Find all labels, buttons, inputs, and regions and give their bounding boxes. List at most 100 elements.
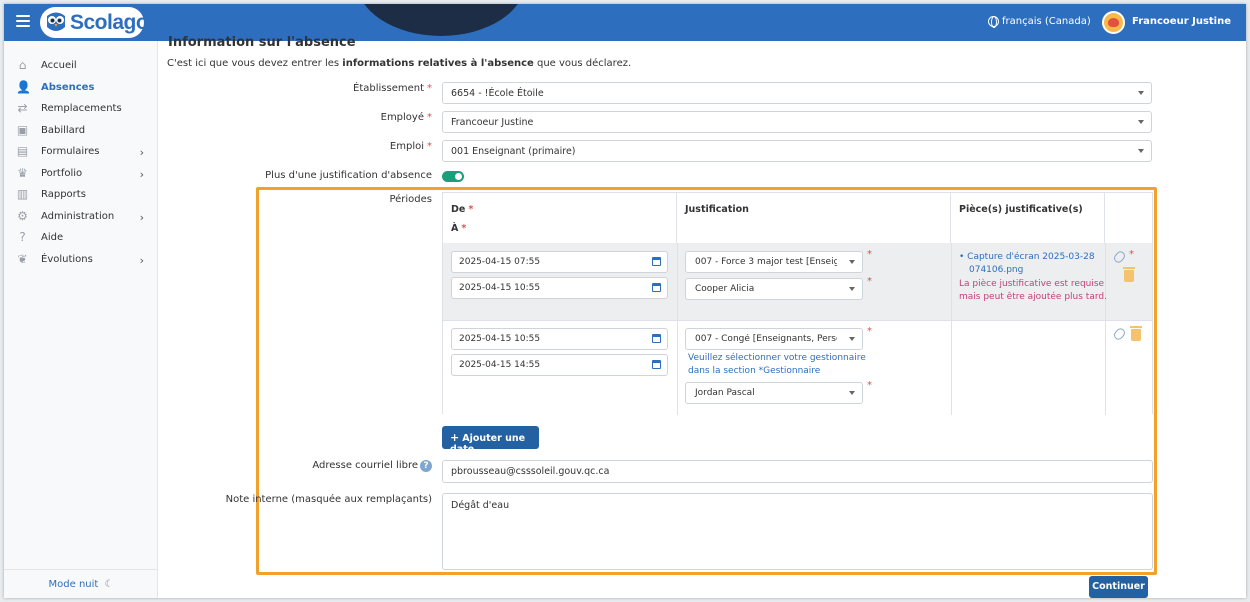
sidebar-item-label: Évolutions (41, 254, 93, 265)
sidebar-item-rapports[interactable]: ▥ Rapports (4, 184, 158, 205)
etablissement-label: Établissement * (353, 83, 432, 94)
trash-icon[interactable] (1130, 326, 1142, 341)
sidebar-item-label: Absences (41, 82, 95, 93)
caret-down-icon (849, 337, 855, 341)
sidebar-item-label: Accueil (41, 60, 77, 71)
required-marker: * (427, 112, 432, 123)
paperclip-icon[interactable] (1112, 326, 1127, 342)
plus-icon: + (450, 431, 460, 444)
manager-select[interactable]: Cooper Alicia (685, 278, 863, 300)
attachment-warning: La pièce justificative est requise mais … (959, 278, 1107, 304)
avatar[interactable] (1102, 11, 1125, 34)
brand-name: Scolago (70, 11, 149, 34)
email-value: pbrousseau@csssoleil.gouv.qc.ca (451, 466, 610, 477)
emploi-value: 001 Enseignant (primaire) (451, 146, 576, 157)
date-to-input[interactable]: 2025-04-15 10:55 (451, 277, 668, 299)
periodes-label: Périodes (389, 194, 432, 205)
date-from-value: 2025-04-15 10:55 (459, 334, 541, 344)
sidebar-item-label: Formulaires (41, 146, 100, 157)
required-marker: * (427, 83, 432, 94)
intro-text-end: que vous déclarez. (533, 58, 632, 69)
user-name[interactable]: Francoeur Justine (1132, 16, 1231, 27)
sidebar-item-label: Aide (41, 232, 64, 243)
date-from-input[interactable]: 2025-04-15 07:55 (451, 251, 668, 273)
manager-value: Jordan Pascal (695, 388, 755, 398)
justification-value: 007 - Congé [Enseignants, Personnel] ... (695, 334, 837, 344)
sidebar-item-accueil[interactable]: ⌂ Accueil (4, 55, 158, 76)
globe-icon (988, 16, 999, 28)
calendar-icon[interactable] (652, 257, 661, 266)
required-marker: * (867, 326, 872, 337)
chevron-right-icon: › (139, 168, 144, 181)
divider (951, 321, 952, 415)
sidebar-item-remplacements[interactable]: ⇄ Remplacements (4, 98, 158, 119)
periods-table: De * À * Justification Pièce(s) justificat… (442, 192, 1153, 415)
sidebar-item-absences[interactable]: 👤 Absences (4, 77, 158, 98)
sidebar-item-label: Babillard (41, 125, 86, 136)
night-mode-toggle[interactable]: Mode nuit ☾ (4, 569, 158, 590)
divider (677, 243, 678, 320)
calendar-icon[interactable] (652, 334, 661, 343)
sidebar-item-administration[interactable]: ⚙ Administration › (4, 206, 158, 227)
emploi-select[interactable]: 001 Enseignant (primaire) (442, 140, 1152, 162)
language-selector[interactable]: français (Canada) (988, 16, 1091, 28)
justification-select[interactable]: 007 - Congé [Enseignants, Personnel] ... (685, 328, 863, 350)
manager-select[interactable]: Jordan Pascal (685, 382, 863, 404)
caret-down-icon (1138, 149, 1144, 153)
justification-select[interactable]: 007 - Force 3 major test [Enseignants, P… (685, 251, 863, 273)
sidebar-item-portfolio[interactable]: ♛ Portfolio › (4, 163, 158, 184)
paperclip-icon[interactable] (1112, 249, 1127, 265)
calendar-icon[interactable] (652, 283, 661, 292)
sidebar-item-babillard[interactable]: ▣ Babillard (4, 120, 158, 141)
sprout-icon: ❦ (17, 252, 28, 266)
bullet: • (959, 252, 968, 262)
trash-icon[interactable] (1123, 267, 1135, 282)
multi-justification-toggle[interactable] (442, 171, 464, 182)
email-label: Adresse courriel libre? (312, 460, 432, 472)
continue-button[interactable]: Continuer (1089, 576, 1148, 598)
justification-value: 007 - Force 3 major test [Enseignants, P… (695, 257, 837, 267)
attachment-name-line2: 074106.png (969, 265, 1024, 275)
intro-text-start: C'est ici que vous devez entrer les (167, 58, 343, 69)
section-title: Information sur l'absence (168, 35, 356, 50)
note-textarea[interactable]: Dégât d'eau (442, 493, 1153, 570)
divider (1105, 321, 1106, 415)
date-to-input[interactable]: 2025-04-15 14:55 (451, 354, 668, 376)
emploi-label: Emploi * (390, 141, 432, 152)
required-marker: * (867, 249, 872, 260)
divider (677, 321, 678, 415)
justification-header: Justification (685, 204, 749, 215)
brand-area: Scolago (4, 4, 158, 41)
required-marker: * (468, 204, 474, 215)
sidebar-item-aide[interactable]: ? Aide (4, 227, 158, 248)
email-label-text: Adresse courriel libre (312, 460, 418, 471)
caret-down-icon (849, 391, 855, 395)
attachment-link[interactable]: • Capture d'écran 2025-03-28 074106.png (959, 251, 1095, 277)
app-window: Scolago français (Canada) Francoeur Just… (4, 4, 1246, 598)
email-field[interactable]: pbrousseau@csssoleil.gouv.qc.ca (442, 460, 1153, 483)
calendar-icon[interactable] (652, 360, 661, 369)
date-from-input[interactable]: 2025-04-15 10:55 (451, 328, 668, 350)
help-icon[interactable]: ? (420, 460, 432, 472)
manager-value: Cooper Alicia (695, 284, 755, 294)
file-icon: ▤ (16, 144, 29, 158)
question-icon: ? (19, 230, 26, 244)
report-icon: ▥ (16, 187, 29, 201)
menu-icon[interactable] (16, 15, 30, 27)
add-date-button[interactable]: + Ajouter une date (442, 426, 539, 455)
sidebar-item-formulaires[interactable]: ▤ Formulaires › (4, 141, 158, 162)
etablissement-select[interactable]: 6654 - !École Étoile (442, 82, 1152, 104)
owl-logo-icon (47, 12, 65, 31)
sidebar-item-evolutions[interactable]: ❦ Évolutions › (4, 249, 158, 270)
employe-value: Francoeur Justine (451, 117, 534, 128)
employe-select[interactable]: Francoeur Justine (442, 111, 1152, 133)
chevron-right-icon: › (139, 254, 144, 267)
note-label: Note interne (masquée aux remplaçants) (225, 494, 432, 505)
scolago-logo[interactable]: Scolago (40, 7, 149, 38)
swap-icon: ⇄ (17, 101, 28, 115)
date-to-value: 2025-04-15 10:55 (459, 283, 541, 293)
multi-justification-label: Plus d'une justification d'absence (265, 170, 432, 181)
etablissement-value: 6654 - !École Étoile (451, 88, 544, 99)
night-mode-label: Mode nuit (48, 579, 99, 590)
de-header: De * (451, 204, 473, 215)
